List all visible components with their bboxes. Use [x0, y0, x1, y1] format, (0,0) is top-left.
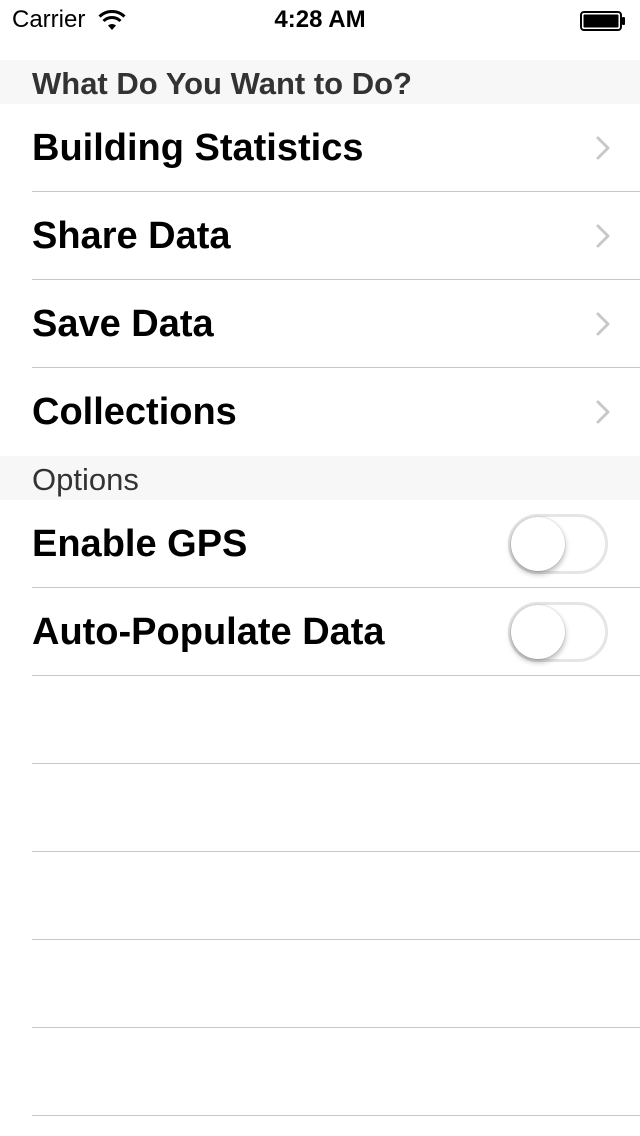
- row-share-data[interactable]: Share Data: [0, 192, 640, 280]
- row-collections[interactable]: Collections: [0, 368, 640, 456]
- toggle-knob: [511, 517, 565, 571]
- row-label: Auto-Populate Data: [32, 611, 385, 653]
- chevron-right-icon: [596, 136, 610, 160]
- auto-populate-data-toggle[interactable]: [508, 602, 608, 662]
- row-building-statistics[interactable]: Building Statistics: [0, 104, 640, 192]
- section-header-label: Options: [32, 462, 139, 497]
- enable-gps-toggle[interactable]: [508, 514, 608, 574]
- empty-row-separator: [32, 1027, 640, 1028]
- empty-row-separator: [32, 763, 640, 764]
- chevron-right-icon: [596, 224, 610, 248]
- row-label: Enable GPS: [32, 523, 248, 565]
- chevron-right-icon: [596, 312, 610, 336]
- row-separator: [32, 675, 640, 676]
- empty-row-separator: [32, 1115, 640, 1116]
- row-auto-populate-data: Auto-Populate Data: [0, 588, 640, 676]
- row-save-data[interactable]: Save Data: [0, 280, 640, 368]
- empty-row-separator: [32, 851, 640, 852]
- row-label: Building Statistics: [32, 127, 364, 169]
- row-label: Share Data: [32, 215, 231, 257]
- section-header-actions: What Do You Want to Do?: [0, 60, 640, 104]
- battery-icon: [580, 11, 625, 31]
- status-bar: Carrier 4:28 AM: [0, 0, 640, 40]
- section-header-options: Options: [0, 456, 640, 500]
- section-header-label: What Do You Want to Do?: [32, 66, 412, 101]
- row-enable-gps: Enable GPS: [0, 500, 640, 588]
- status-time: 4:28 AM: [274, 6, 366, 33]
- row-label: Collections: [32, 391, 237, 433]
- row-label: Save Data: [32, 303, 214, 345]
- empty-row-separator: [32, 939, 640, 940]
- toggle-knob: [511, 605, 565, 659]
- chevron-right-icon: [596, 400, 610, 424]
